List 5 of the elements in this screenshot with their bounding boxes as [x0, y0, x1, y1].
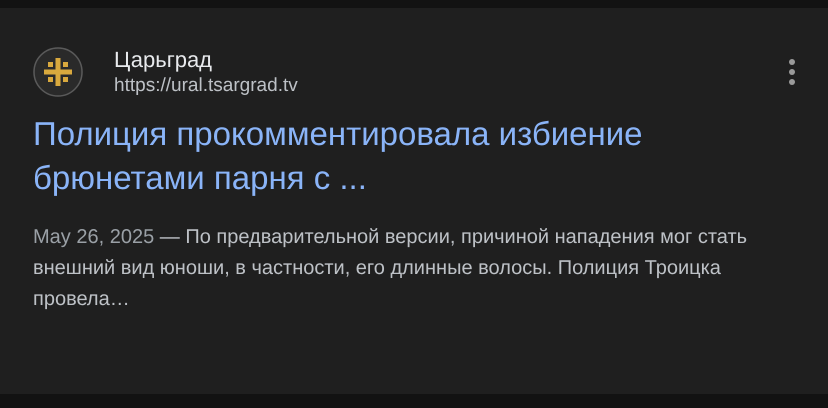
site-url: https://ural.tsargrad.tv: [114, 74, 298, 98]
result-snippet: May 26, 2025 — По предварительной версии, причиной нападения мог стать внешний вид юноши, в частности, его длинные волосы. Полиция Троицка провела…: [33, 225, 748, 312]
site-logo-icon: [33, 47, 83, 97]
site-name: Царьград: [114, 46, 214, 74]
result-title-link[interactable]: Полиция прокомментировала избиение брюнетами парня с ...: [33, 112, 793, 200]
